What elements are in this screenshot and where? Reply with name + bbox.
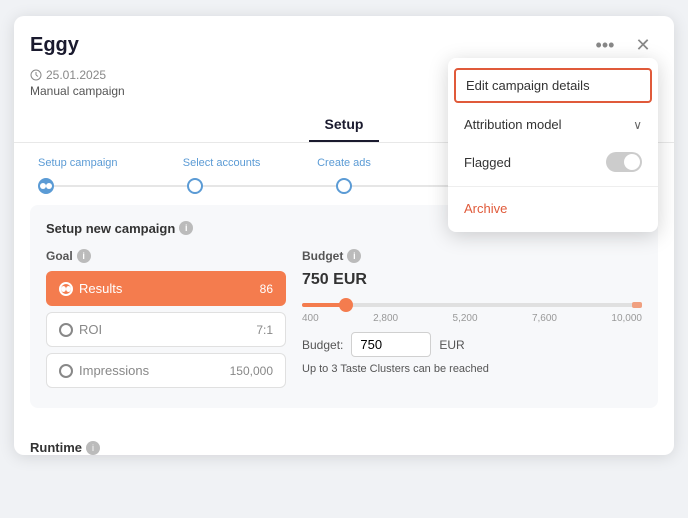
edit-campaign-label: Edit campaign details: [466, 78, 590, 93]
step-label-0: Setup campaign: [38, 157, 160, 169]
flagged-label: Flagged: [464, 155, 511, 170]
app-name: Eggy: [30, 34, 79, 57]
budget-note: Up to 3 Taste Clusters can be reached: [302, 363, 642, 375]
setup-section: Setup new campaign i ▲ Goal i: [30, 205, 658, 408]
goal-impressions-text: Impressions: [79, 363, 149, 378]
runtime-title: Runtime: [30, 440, 82, 455]
section-title-text: Setup new campaign: [46, 221, 175, 236]
budget-title-text: Budget: [302, 249, 343, 263]
goal-roi[interactable]: ROI 7:1: [46, 312, 286, 347]
dropdown-divider: [448, 186, 658, 187]
flagged-toggle[interactable]: [606, 152, 642, 172]
budget-slider-track: [302, 303, 642, 307]
section-title: Setup new campaign i: [46, 221, 193, 236]
goal-impressions-label: Impressions: [59, 363, 149, 378]
budget-column: Budget i 750 EUR 400 2,800 5,2: [302, 249, 642, 394]
budget-label: Budget:: [302, 338, 343, 352]
dropdown-edit[interactable]: Edit campaign details: [454, 68, 652, 103]
goal-roi-label: ROI: [59, 322, 102, 337]
attribution-label: Attribution model: [464, 117, 562, 132]
goal-results-value: 86: [260, 282, 273, 296]
slider-label-0: 400: [302, 313, 319, 324]
step-label-2: Create ads: [283, 157, 405, 169]
slider-label-1: 2,800: [373, 313, 398, 324]
tab-setup[interactable]: Setup: [309, 108, 380, 142]
goal-info-icon[interactable]: i: [77, 249, 91, 263]
goal-title-text: Goal: [46, 249, 73, 263]
goal-impressions[interactable]: Impressions 150,000: [46, 353, 286, 388]
title-actions: ••• ✕: [590, 30, 658, 60]
goal-impressions-value: 150,000: [230, 364, 273, 378]
step-dot-0[interactable]: [38, 178, 54, 194]
app-window: Eggy ••• ✕ 25.01.2025 Manual campaign Se…: [14, 16, 674, 455]
slider-label-4: 10,000: [611, 313, 642, 324]
budget-slider-container: 400 2,800 5,200 7,600 10,000: [302, 303, 642, 324]
step-dot-2[interactable]: [336, 178, 352, 194]
goal-results-radio: [59, 282, 73, 296]
runtime-section: Runtime i: [14, 430, 674, 455]
goal-results-label: Results: [59, 281, 122, 296]
attribution-chevron-icon: ∨: [633, 118, 642, 132]
budget-input-row: Budget: EUR: [302, 332, 642, 357]
two-col-layout: Goal i Results 86: [46, 249, 642, 394]
budget-input[interactable]: [351, 332, 431, 357]
goal-title: Goal i: [46, 249, 286, 263]
budget-info-icon[interactable]: i: [347, 249, 361, 263]
clock-icon: [30, 69, 42, 81]
archive-label: Archive: [464, 201, 507, 216]
goal-results[interactable]: Results 86: [46, 271, 286, 306]
close-button[interactable]: ✕: [628, 30, 658, 60]
budget-title: Budget i: [302, 249, 642, 263]
section-info-icon[interactable]: i: [179, 221, 193, 235]
more-button[interactable]: •••: [590, 30, 620, 60]
step-dot-1[interactable]: [187, 178, 203, 194]
dropdown-archive[interactable]: Archive: [448, 191, 658, 226]
slider-label-3: 7,600: [532, 313, 557, 324]
goal-roi-text: ROI: [79, 322, 102, 337]
goal-results-text: Results: [79, 281, 122, 296]
dropdown-flagged[interactable]: Flagged: [448, 142, 658, 182]
dropdown-attribution[interactable]: Attribution model ∨: [448, 107, 658, 142]
slider-label-2: 5,200: [453, 313, 478, 324]
goal-roi-radio: [59, 323, 73, 337]
budget-currency: EUR: [439, 338, 464, 352]
budget-amount: 750 EUR: [302, 271, 642, 289]
runtime-info-icon[interactable]: i: [86, 441, 100, 455]
app-title: Eggy: [30, 34, 79, 57]
goal-column: Goal i Results 86: [46, 249, 286, 394]
goal-roi-value: 7:1: [256, 323, 273, 337]
dropdown-menu: Edit campaign details Attribution model …: [448, 58, 658, 232]
date-text: 25.01.2025: [46, 68, 106, 82]
main-content: Setup new campaign i ▲ Goal i: [14, 205, 674, 430]
step-label-1: Select accounts: [160, 157, 282, 169]
goal-impressions-radio: [59, 364, 73, 378]
budget-slider-thumb[interactable]: [339, 298, 353, 312]
budget-slider-labels: 400 2,800 5,200 7,600 10,000: [302, 313, 642, 324]
budget-slider-end: [632, 302, 642, 308]
